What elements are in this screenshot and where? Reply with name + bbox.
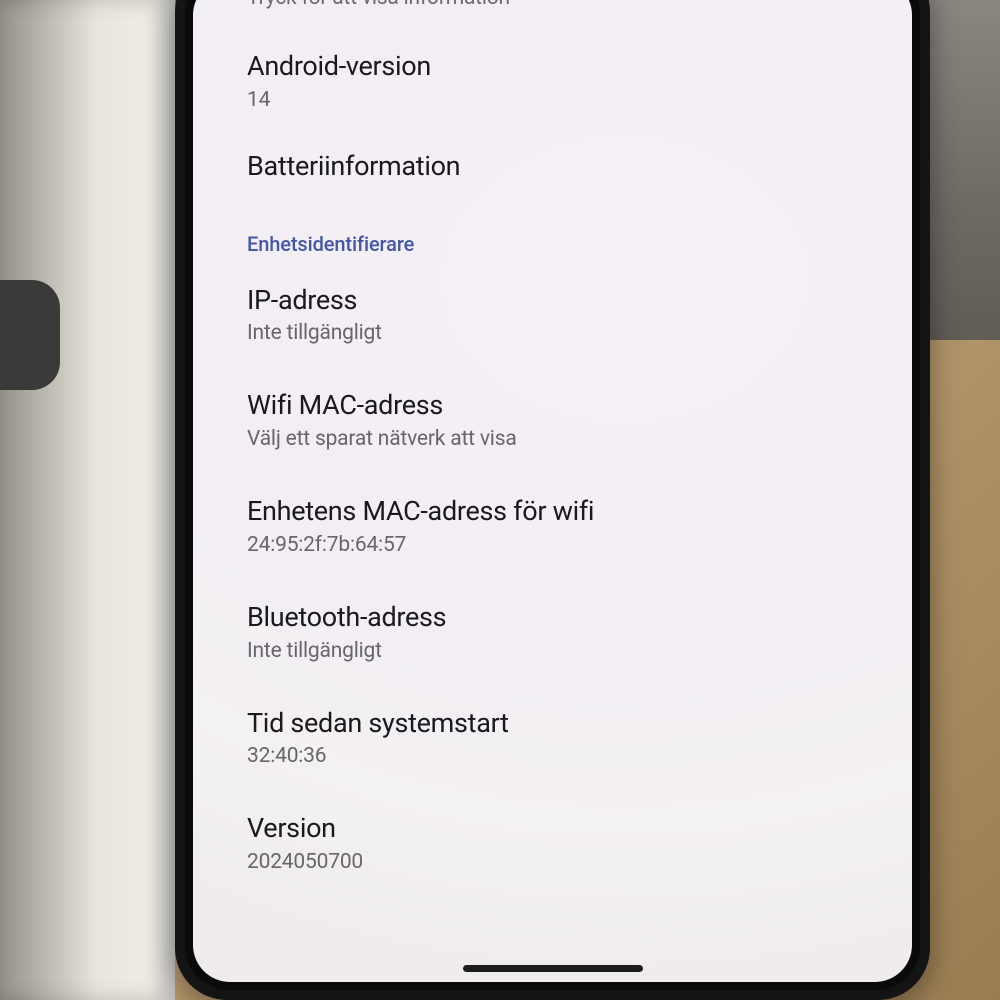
- version-item[interactable]: Version 2024050700: [247, 812, 872, 874]
- ip-address-value: Inte tillgängligt: [247, 321, 872, 345]
- uptime-item[interactable]: Tid sedan systemstart 32:40:36: [247, 707, 872, 769]
- phone-case: Tryck för att visa information Android-v…: [175, 0, 930, 1000]
- device-wifi-mac-value: 24:95:2f:7b:64:57: [247, 533, 872, 557]
- bluetooth-address-title: Bluetooth-adress: [247, 601, 872, 635]
- phone-bezel: Tryck för att visa information Android-v…: [185, 0, 920, 990]
- section-device-identifiers: Enhetsidentifierare: [247, 232, 872, 256]
- bluetooth-address-value: Inte tillgängligt: [247, 639, 872, 663]
- phone-screen: Tryck för att visa information Android-v…: [193, 0, 912, 982]
- ip-address-title: IP-adress: [247, 284, 872, 318]
- android-version-value: 14: [247, 88, 872, 112]
- android-version-item[interactable]: Android-version 14: [247, 50, 872, 112]
- ip-address-item[interactable]: IP-adress Inte tillgängligt: [247, 284, 872, 346]
- settings-list[interactable]: Tryck för att visa information Android-v…: [193, 0, 912, 884]
- background-box-left: [0, 0, 175, 1000]
- device-wifi-mac-item[interactable]: Enhetens MAC-adress för wifi 24:95:2f:7b…: [247, 495, 872, 557]
- wifi-mac-value: Välj ett sparat nätverk att visa: [247, 427, 872, 451]
- hint-text: Tryck för att visa information: [247, 0, 872, 10]
- wifi-mac-title: Wifi MAC-adress: [247, 389, 872, 423]
- navigation-handle[interactable]: [463, 965, 643, 972]
- version-value: 2024050700: [247, 850, 872, 874]
- uptime-value: 32:40:36: [247, 744, 872, 768]
- version-title: Version: [247, 812, 872, 846]
- bluetooth-address-item[interactable]: Bluetooth-adress Inte tillgängligt: [247, 601, 872, 663]
- wifi-mac-item[interactable]: Wifi MAC-adress Välj ett sparat nätverk …: [247, 389, 872, 451]
- background-dark-object: [0, 280, 60, 390]
- battery-info-title: Batteriinformation: [247, 150, 872, 184]
- android-version-title: Android-version: [247, 50, 872, 84]
- battery-info-item[interactable]: Batteriinformation: [247, 150, 872, 184]
- device-wifi-mac-title: Enhetens MAC-adress för wifi: [247, 495, 872, 529]
- uptime-title: Tid sedan systemstart: [247, 707, 872, 741]
